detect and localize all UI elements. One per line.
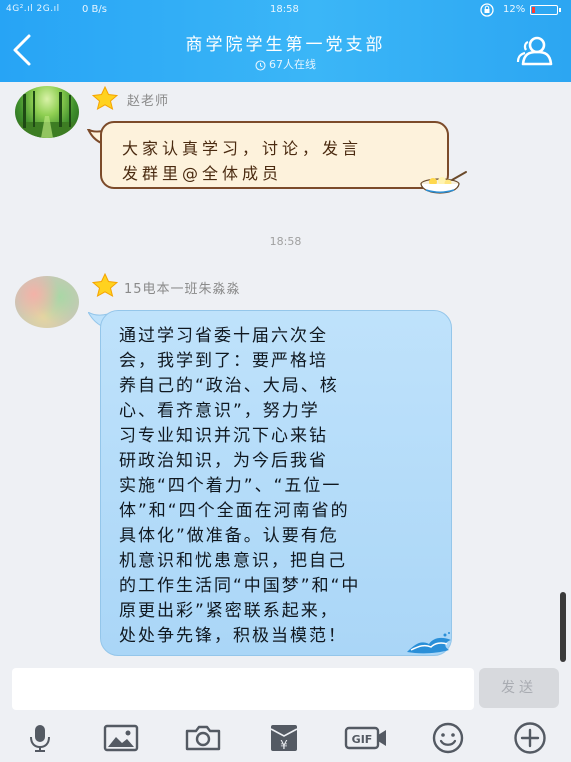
chat-header: 4G².ıl 2G.ıl 0 B/s 18:58 12% 商学院学生第一党支部 … [0, 0, 571, 82]
message-line: 养自己的“政治、大局、核 [119, 376, 339, 396]
message-bubble[interactable]: 大家认真学习，讨论，发言 发群里@全体成员 [100, 121, 449, 189]
avatar[interactable] [15, 276, 79, 328]
gif-icon[interactable]: GIF [343, 722, 389, 754]
group-title: 商学院学生第一党支部 [185, 35, 386, 55]
signal-indicator: 4G².ıl 2G.ıl [6, 4, 60, 14]
forest-avatar-image [15, 91, 79, 138]
group-members-icon[interactable] [515, 34, 557, 68]
rotation-lock-icon [480, 3, 494, 17]
status-time: 18:58 [270, 4, 299, 15]
red-packet-label: ¥ [280, 738, 288, 752]
microphone-icon[interactable] [20, 722, 60, 754]
message-line: 原更出彩”紧密联系起来， [119, 601, 339, 621]
image-icon-glyph [103, 724, 139, 752]
message-line: 体”和“四个全面在河南省的 [119, 501, 350, 521]
red-packet-icon-glyph: ¥ [270, 725, 298, 752]
gif-label: GIF [352, 733, 373, 746]
online-count-text: 67人在线 [269, 58, 316, 71]
message-line: 习专业知识并沉下心来钻 [119, 426, 328, 446]
message-bubble[interactable]: 通过学习省委十届六次全 会，我学到了：要严格培 养自己的“政治、大局、核 心、看齐意识… [100, 310, 452, 656]
send-button[interactable]: 发送 [479, 668, 559, 708]
battery-percent: 12% [503, 4, 526, 15]
message-line: 处处争先锋，积极当模范！ [119, 626, 347, 646]
gif-icon-glyph: GIF [344, 726, 386, 750]
message-line: 研政治知识，为今后我省 [119, 451, 328, 471]
wave-decoration [407, 632, 451, 654]
star-badge-icon [92, 86, 118, 110]
message-line: 会，我学到了：要严格培 [119, 351, 328, 371]
star-badge-icon [92, 273, 118, 297]
message-line: 机意识和忧患意识，把自己 [119, 551, 347, 571]
microphone-icon-glyph [30, 725, 50, 752]
message-line: 具体化”做准备。认要有危 [119, 526, 339, 546]
status-bar: 4G².ıl 2G.ıl 0 B/s 18:58 12% [0, 0, 571, 20]
red-packet-icon[interactable]: ¥ [264, 722, 304, 754]
sender-name: 15电本一班朱淼淼 [124, 282, 241, 297]
camera-icon[interactable] [183, 722, 223, 754]
online-count: 67人在线 [0, 56, 571, 72]
battery-level [532, 7, 535, 13]
plus-icon[interactable] [510, 722, 550, 754]
online-clock-icon [255, 59, 266, 71]
battery-icon [530, 5, 561, 15]
plus-icon-glyph [514, 722, 546, 754]
emoji-icon-glyph [432, 722, 464, 754]
message-timestamp: 18:58 [269, 235, 302, 248]
message-line: 大家认真学习，讨论，发言 [122, 139, 363, 158]
message-line: 心、看齐意识”，努力学 [119, 401, 320, 421]
avatar[interactable] [15, 86, 79, 138]
image-icon[interactable] [101, 722, 141, 754]
message-line: 通过学习省委十届六次全 [119, 326, 328, 346]
tangyuan-bowl-decoration [420, 171, 467, 194]
message-line: 发群里@全体成员 [122, 164, 283, 183]
emoji-icon[interactable] [428, 722, 468, 754]
network-speed: 0 B/s [82, 4, 107, 15]
chat-scrollbar[interactable] [560, 592, 566, 662]
message-line: 实施“四个着力”、“五位一 [119, 476, 342, 496]
sender-name: 赵老师 [127, 94, 170, 109]
message-input[interactable] [12, 668, 474, 710]
message-line: 的工作生活同“中国梦”和“中 [119, 576, 361, 596]
camera-icon-glyph [185, 725, 221, 751]
